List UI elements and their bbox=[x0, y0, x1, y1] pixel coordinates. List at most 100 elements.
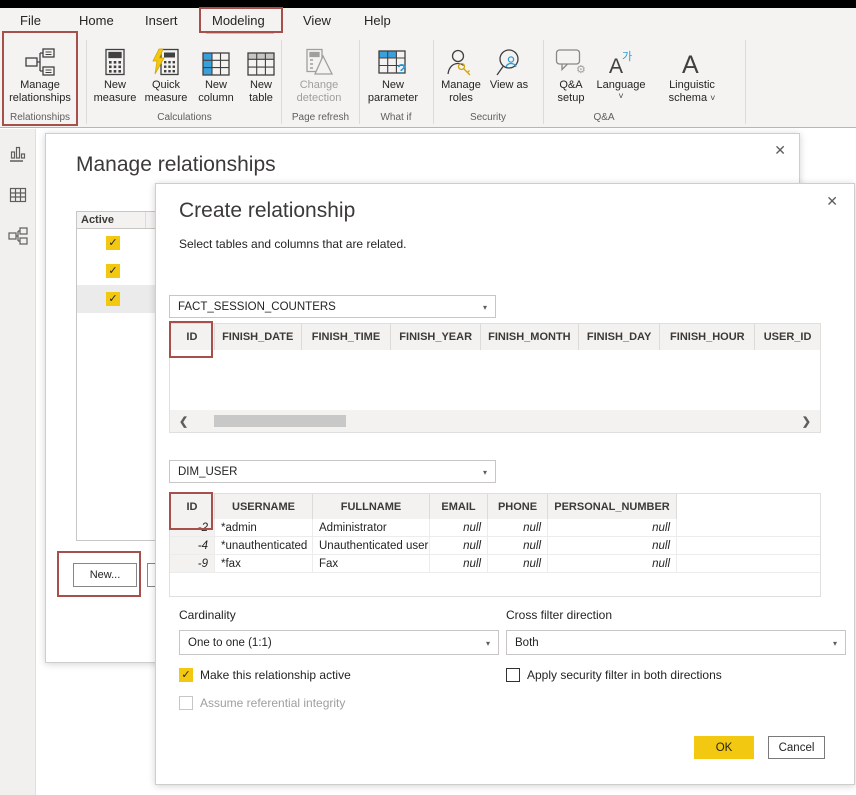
sidebar-item-report-view[interactable] bbox=[0, 139, 36, 173]
table2-selector-dropdown[interactable]: DIM_USER ▾ bbox=[169, 460, 496, 483]
table2-header-row: ID USERNAME FULLNAME EMAIL PHONE PERSONA… bbox=[170, 494, 820, 519]
cell-personal-number: null bbox=[548, 537, 677, 554]
tab-file[interactable]: File bbox=[16, 11, 45, 30]
sidebar-item-model-view[interactable] bbox=[0, 221, 36, 255]
cancel-button[interactable]: Cancel bbox=[768, 736, 825, 759]
table1-column[interactable]: FINISH_HOUR bbox=[660, 324, 755, 350]
group-label-page-refresh: Page refresh bbox=[282, 112, 359, 123]
ok-button[interactable]: OK bbox=[694, 736, 754, 759]
new-relationship-button[interactable]: New... bbox=[73, 563, 137, 587]
scroll-right-icon[interactable]: ❯ bbox=[793, 415, 820, 428]
tab-modeling[interactable]: Modeling bbox=[208, 11, 269, 30]
table2-column[interactable]: PHONE bbox=[488, 494, 548, 519]
cell-username: *unauthenticated bbox=[215, 537, 313, 554]
tab-help[interactable]: Help bbox=[360, 11, 395, 30]
group-label-relationships: Relationships bbox=[4, 112, 76, 123]
ribbon-item-label: Manage roles bbox=[436, 79, 486, 105]
close-icon[interactable]: ✕ bbox=[774, 143, 786, 157]
ribbon-item-label: New measure bbox=[92, 79, 138, 105]
table1-column[interactable]: FINISH_YEAR bbox=[391, 324, 481, 350]
calculator-icon bbox=[102, 40, 128, 76]
dropdown-value: Both bbox=[515, 637, 539, 649]
tab-view[interactable]: View bbox=[299, 11, 335, 30]
manage-roles-icon bbox=[446, 40, 476, 76]
table1-column[interactable]: FINISH_MONTH bbox=[481, 324, 579, 350]
table1-header-row: ID FINISH_DATE FINISH_TIME FINISH_YEAR F… bbox=[170, 324, 820, 350]
tab-home[interactable]: Home bbox=[75, 11, 118, 30]
ribbon: File Home Insert Modeling View Help Mana… bbox=[0, 8, 856, 128]
checkbox-label: Assume referential integrity bbox=[200, 696, 345, 710]
chevron-down-icon: ˅ bbox=[618, 92, 623, 100]
cell-id: -9 bbox=[170, 555, 215, 572]
active-checkbox[interactable]: ✓ bbox=[106, 292, 120, 306]
table1-column[interactable]: FINISH_DATE bbox=[215, 324, 302, 350]
table-row[interactable]: -4 *unauthenticated Unauthenticated user… bbox=[170, 537, 820, 555]
table2-column[interactable]: USERNAME bbox=[215, 494, 313, 519]
sidebar-item-data-view[interactable] bbox=[0, 180, 36, 214]
cell-personal-number: null bbox=[548, 519, 677, 536]
ribbon-item-label: New table bbox=[240, 79, 282, 105]
cell-id: -2 bbox=[170, 519, 215, 536]
new-parameter-icon: ? bbox=[378, 40, 408, 76]
cross-filter-dropdown[interactable]: Both ▾ bbox=[506, 630, 846, 655]
cell-email: null bbox=[430, 555, 488, 572]
tab-insert[interactable]: Insert bbox=[141, 11, 182, 30]
cell-fullname: Unauthenticated user bbox=[313, 537, 430, 554]
make-active-checkbox-row[interactable]: ✓ Make this relationship active bbox=[179, 668, 351, 682]
table1-preview: ID FINISH_DATE FINISH_TIME FINISH_YEAR F… bbox=[169, 323, 821, 433]
table-row[interactable]: -2 *admin Administrator null null null bbox=[170, 519, 820, 537]
group-separator bbox=[745, 40, 746, 124]
table2-column[interactable]: PERSONAL_NUMBER bbox=[548, 494, 677, 519]
column-header-partial bbox=[146, 212, 153, 228]
chevron-down-icon: ˅ bbox=[710, 93, 715, 103]
table2-column-id[interactable]: ID bbox=[170, 494, 215, 519]
check-icon: ✓ bbox=[108, 293, 117, 305]
ribbon-item-label: Manage relationships bbox=[4, 79, 76, 105]
cell-id: -4 bbox=[170, 537, 215, 554]
checkbox-label: Apply security filter in both directions bbox=[527, 668, 722, 682]
dropdown-value: DIM_USER bbox=[178, 466, 237, 478]
referential-integrity-checkbox-row: Assume referential integrity bbox=[179, 696, 345, 710]
active-checkbox[interactable]: ✓ bbox=[106, 236, 120, 250]
close-icon[interactable]: ✕ bbox=[826, 194, 838, 208]
table2-preview: ID USERNAME FULLNAME EMAIL PHONE PERSONA… bbox=[169, 493, 821, 597]
dialog-title: Create relationship bbox=[179, 199, 355, 223]
new-column-icon bbox=[202, 40, 230, 76]
ribbon-item-label: New parameter bbox=[362, 79, 424, 105]
checkbox-unchecked[interactable] bbox=[506, 668, 520, 682]
table1-selector-dropdown[interactable]: FACT_SESSION_COUNTERS ▾ bbox=[169, 295, 496, 318]
ribbon-item-label: View as bbox=[490, 79, 528, 92]
table1-column[interactable]: USER_ID bbox=[755, 324, 820, 350]
checkbox-disabled bbox=[179, 696, 193, 710]
table1-column-id[interactable]: ID bbox=[170, 324, 215, 350]
svg-text:⚙: ⚙ bbox=[576, 64, 586, 76]
group-label-security: Security bbox=[434, 112, 542, 123]
table1-horizontal-scrollbar[interactable]: ❮ ❯ bbox=[170, 410, 820, 432]
checkbox-label: Make this relationship active bbox=[200, 668, 351, 682]
scroll-left-icon[interactable]: ❮ bbox=[170, 415, 197, 428]
data-view-icon bbox=[9, 186, 27, 209]
checkbox-checked[interactable]: ✓ bbox=[179, 668, 193, 682]
group-label-qa: Q&A bbox=[544, 112, 664, 123]
active-checkbox[interactable]: ✓ bbox=[106, 264, 120, 278]
svg-text:?: ? bbox=[397, 61, 406, 76]
report-view-icon bbox=[9, 145, 27, 168]
table-row[interactable]: -9 *fax Fax null null null bbox=[170, 555, 820, 573]
ribbon-item-label: Q&A setup bbox=[548, 79, 594, 105]
table1-column[interactable]: FINISH_TIME bbox=[302, 324, 392, 350]
table2-column[interactable]: EMAIL bbox=[430, 494, 488, 519]
cardinality-dropdown[interactable]: One to one (1:1) ▾ bbox=[179, 630, 499, 655]
ribbon-item-label: Linguistic schema ˅ bbox=[650, 79, 734, 105]
cell-phone: null bbox=[488, 519, 548, 536]
dropdown-value: FACT_SESSION_COUNTERS bbox=[178, 301, 336, 313]
chevron-down-icon: ▾ bbox=[486, 639, 490, 648]
cardinality-label: Cardinality bbox=[179, 608, 236, 622]
create-relationship-dialog: ✕ Create relationship Select tables and … bbox=[155, 183, 855, 785]
table1-column[interactable]: FINISH_DAY bbox=[579, 324, 661, 350]
change-detection-icon bbox=[304, 40, 334, 76]
check-icon: ✓ bbox=[108, 237, 117, 249]
cell-phone: null bbox=[488, 555, 548, 572]
security-filter-checkbox-row[interactable]: Apply security filter in both directions bbox=[506, 668, 722, 682]
table2-column[interactable]: FULLNAME bbox=[313, 494, 430, 519]
scrollbar-thumb[interactable] bbox=[214, 415, 346, 427]
